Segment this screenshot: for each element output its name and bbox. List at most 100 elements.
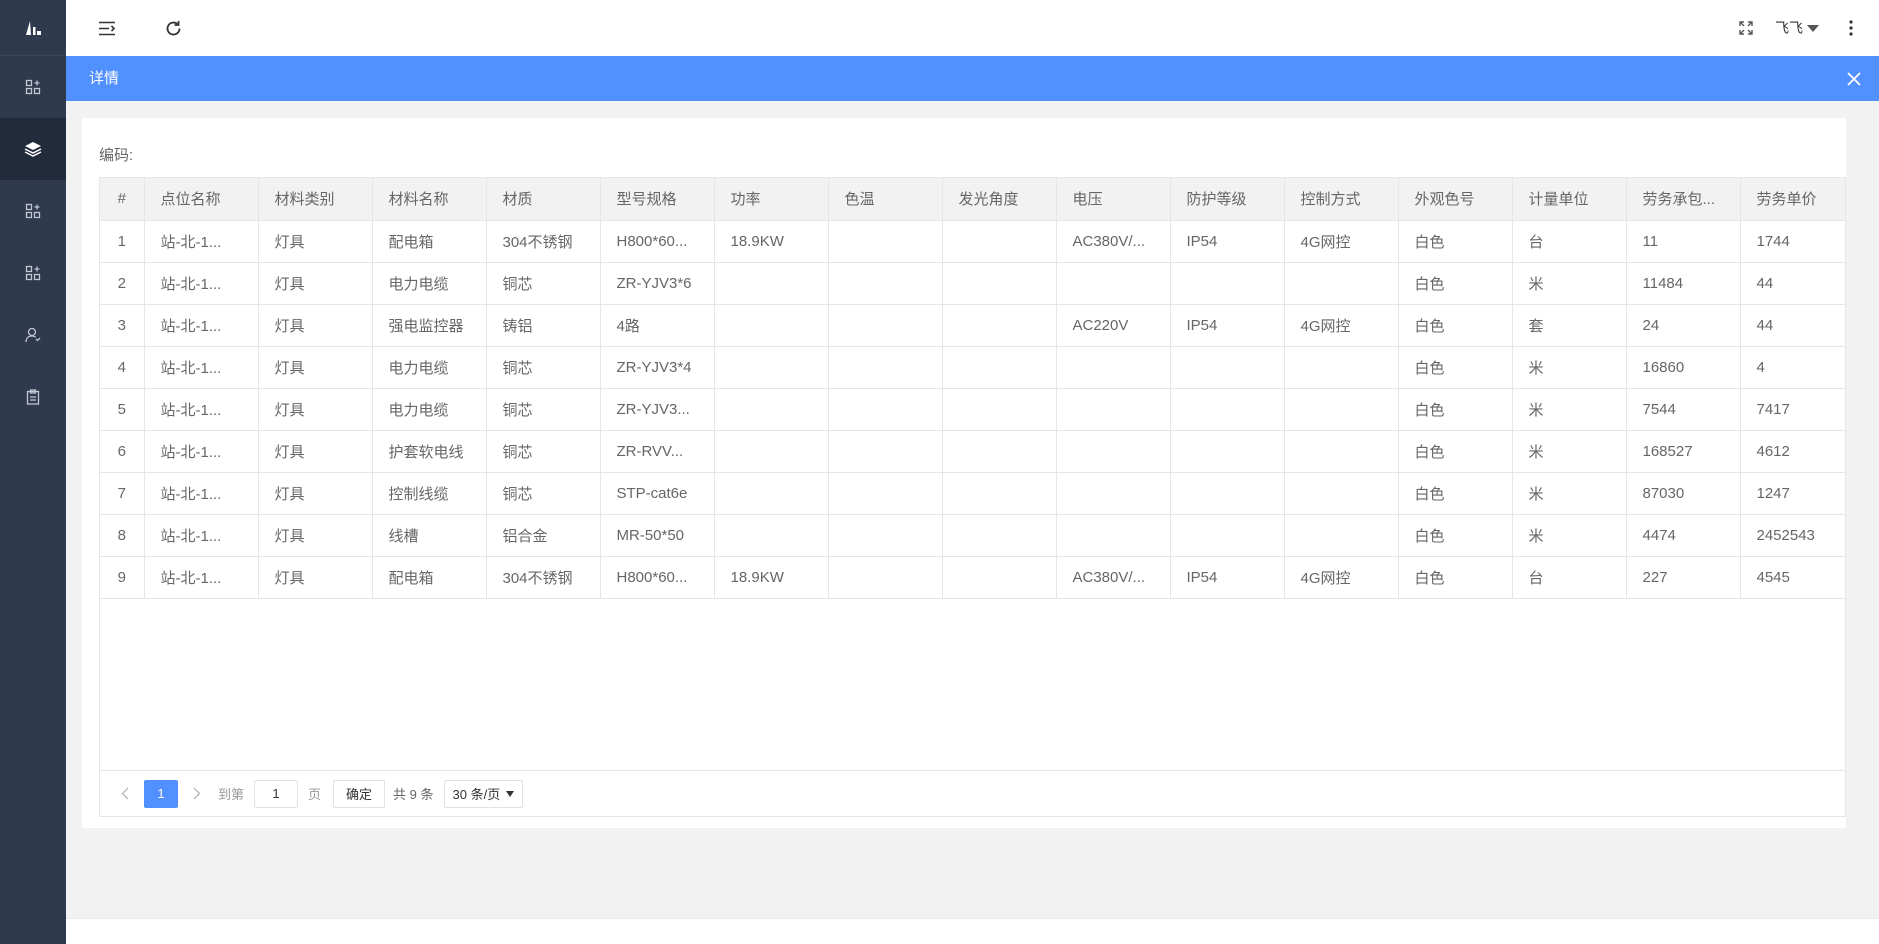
materials-table-container: # 点位名称 材料类别 材料名称 材质 型号规格 功率 色温 发光角度 电压 防护等级 控制方式 外观色… xyxy=(99,177,1846,817)
sidebar-item-4[interactable] xyxy=(0,242,66,304)
table-cell xyxy=(828,262,943,305)
table-cell: ZR-YJV3*6 xyxy=(600,262,715,305)
table-cell xyxy=(1056,472,1171,515)
table-cell: 4 xyxy=(100,346,145,389)
column-header: 电压 xyxy=(1056,178,1171,221)
table-body: 1 站-北-1... 灯具 配电箱 304不锈钢 H800*60... 18.9KW AC38… xyxy=(100,220,1845,599)
table-cell: 灯具 xyxy=(258,430,373,473)
current-page-button[interactable]: 1 xyxy=(144,779,178,808)
table-row: 2 站-北-1... 灯具 电力电缆 铜芯 ZR-YJV3*6 白色米 11484 44 xyxy=(100,262,1845,305)
goto-suffix: 页 xyxy=(308,787,322,802)
table-cell: IP54 xyxy=(1170,304,1285,347)
table-cell xyxy=(942,514,1057,557)
detail-close-button[interactable] xyxy=(1841,66,1867,92)
table-cell xyxy=(1056,430,1171,473)
table-cell xyxy=(828,556,943,599)
table-cell xyxy=(942,430,1057,473)
table-cell: 米 xyxy=(1512,430,1627,473)
table-row: 5 站-北-1... 灯具 电力电缆 铜芯 ZR-YJV3... 白色米 7544 7417 xyxy=(100,388,1845,431)
table-cell: 线槽 xyxy=(372,514,487,557)
grid-plus-icon xyxy=(25,79,41,95)
more-vertical-icon xyxy=(1849,20,1853,36)
table-cell: 套 xyxy=(1512,304,1627,347)
column-header: # xyxy=(100,178,145,221)
column-header: 材料类别 xyxy=(258,178,373,221)
table-cell xyxy=(942,346,1057,389)
sidebar-item-3[interactable] xyxy=(0,180,66,242)
column-header: 功率 xyxy=(714,178,829,221)
goto-page-input[interactable] xyxy=(254,779,299,808)
footer xyxy=(66,918,1879,944)
table-row: 3 站-北-1... 灯具 强电监控器 铸铝 4路 AC220V IP54 4G网控 白色套 24 4… xyxy=(100,304,1845,347)
goto-confirm-button[interactable]: 确定 xyxy=(333,779,386,808)
sidebar-item-clipboard[interactable] xyxy=(0,366,66,428)
more-button[interactable] xyxy=(1841,0,1861,56)
table-cell xyxy=(1056,514,1171,557)
chevron-left-icon xyxy=(121,787,129,800)
table-cell xyxy=(942,262,1057,305)
table-cell: 白色 xyxy=(1398,556,1513,599)
table-cell: 灯具 xyxy=(258,262,373,305)
table-cell xyxy=(714,472,829,515)
table-cell xyxy=(714,514,829,557)
next-page-button[interactable] xyxy=(182,780,212,808)
column-header: 劳务承包... xyxy=(1626,178,1741,221)
table-cell: 4612 xyxy=(1740,430,1845,473)
table-cell xyxy=(1284,346,1399,389)
total-count: 共 9 条 xyxy=(393,787,434,802)
table-cell: 2 xyxy=(100,262,145,305)
column-header: 劳务单价 xyxy=(1740,178,1845,221)
table-cell: H800*60... xyxy=(600,556,715,599)
table-cell: 电力电缆 xyxy=(372,388,487,431)
sidebar-item-user[interactable] xyxy=(0,304,66,366)
table-cell: 白色 xyxy=(1398,304,1513,347)
table-row: 6 站-北-1... 灯具 护套软电线 铜芯 ZR-RVV... 白色米 168527 4612 xyxy=(100,430,1845,473)
table-cell: 18.9KW xyxy=(714,220,829,263)
table-cell: 电力电缆 xyxy=(372,346,487,389)
page-size-select[interactable]: 30 条/页 xyxy=(443,779,524,808)
user-menu[interactable]: 飞飞 xyxy=(1767,0,1827,56)
table-cell: 7417 xyxy=(1740,388,1845,431)
table-cell: 米 xyxy=(1512,514,1627,557)
table-cell: 米 xyxy=(1512,262,1627,305)
table-cell: ZR-YJV3... xyxy=(600,388,715,431)
table-cell: 灯具 xyxy=(258,388,373,431)
detail-title-bar: 详情 xyxy=(66,56,1879,101)
prev-page-button[interactable] xyxy=(110,780,140,808)
table-cell xyxy=(828,388,943,431)
table-cell: STP-cat6e xyxy=(600,472,715,515)
table-cell: 护套软电线 xyxy=(372,430,487,473)
table-cell: 白色 xyxy=(1398,514,1513,557)
table-cell xyxy=(942,388,1057,431)
table-cell xyxy=(1170,514,1285,557)
materials-table: # 点位名称 材料类别 材料名称 材质 型号规格 功率 色温 发光角度 电压 防护等级 控制方式 外观色… xyxy=(100,178,1845,599)
table-cell: 配电箱 xyxy=(372,220,487,263)
table-cell: 11 xyxy=(1626,220,1741,263)
table-cell: 铝合金 xyxy=(486,514,601,557)
table-cell: AC380V/... xyxy=(1056,556,1171,599)
column-header: 防护等级 xyxy=(1170,178,1285,221)
table-cell: 站-北-1... xyxy=(144,220,259,263)
table-cell: 铜芯 xyxy=(486,388,601,431)
table-cell: 米 xyxy=(1512,388,1627,431)
sidebar-item-layers[interactable] xyxy=(0,118,66,180)
refresh-button[interactable] xyxy=(158,0,188,56)
table-cell: 1744 xyxy=(1740,220,1845,263)
table-cell: 11484 xyxy=(1626,262,1741,305)
table-cell xyxy=(1170,472,1285,515)
menu-toggle-button[interactable] xyxy=(92,0,122,56)
table-cell: AC380V/... xyxy=(1056,220,1171,263)
top-header: 飞飞 xyxy=(66,0,1879,56)
chevron-right-icon xyxy=(193,787,201,800)
table-cell: 4G网控 xyxy=(1284,220,1399,263)
table-cell xyxy=(1170,346,1285,389)
fullscreen-button[interactable] xyxy=(1731,0,1761,56)
sidebar-item-1[interactable] xyxy=(0,56,66,118)
grid-plus-icon xyxy=(25,203,41,219)
app-logo[interactable] xyxy=(0,0,66,56)
table-cell xyxy=(828,514,943,557)
pagination: 1 到第 页 确定 共 9 条 30 条/页 xyxy=(100,770,1845,816)
table-cell: 台 xyxy=(1512,556,1627,599)
table-cell: 白色 xyxy=(1398,388,1513,431)
table-cell xyxy=(942,556,1057,599)
